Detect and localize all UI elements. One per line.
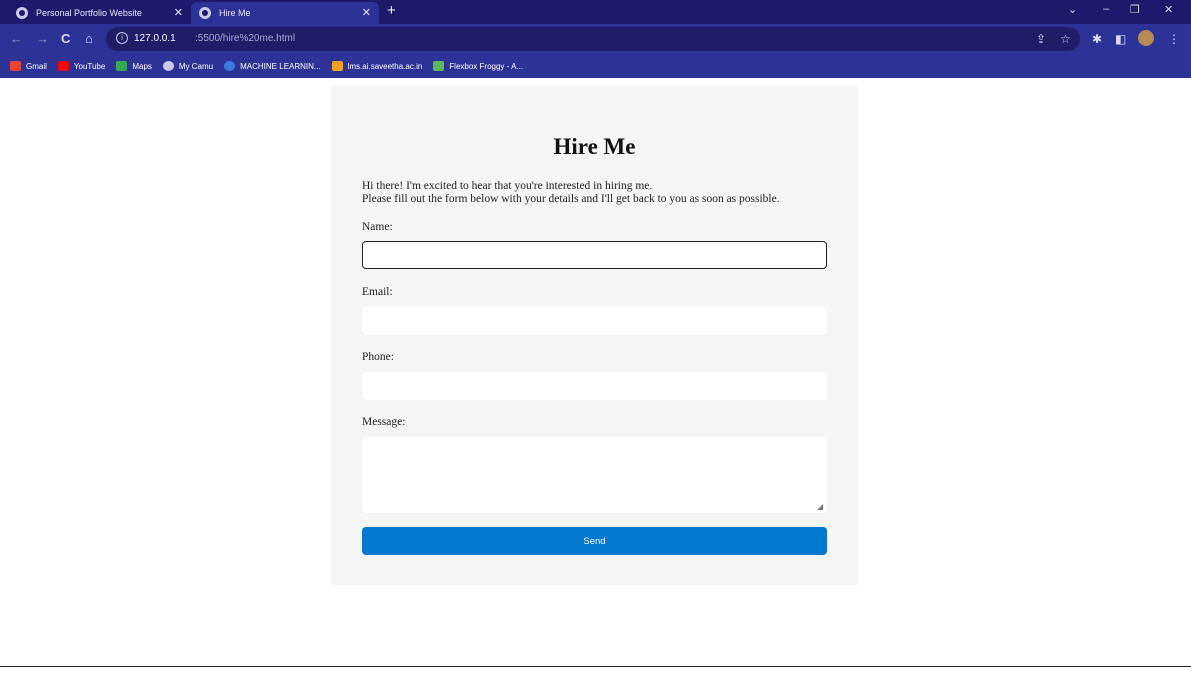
- tab-close-icon[interactable]: ✕: [174, 6, 183, 19]
- bookmark-star-icon[interactable]: ☆: [1060, 32, 1071, 46]
- divider: [0, 666, 1191, 667]
- bookmark-label: Flexbox Froggy - A...: [449, 61, 524, 71]
- tab-search-icon[interactable]: ⌄: [1068, 3, 1077, 16]
- circle-icon: [224, 61, 236, 71]
- message-textarea[interactable]: [362, 437, 827, 513]
- tab-hire-me[interactable]: Hire Me ✕: [191, 2, 379, 24]
- intro-text: Hi there! I'm excited to hear that you'r…: [362, 180, 780, 206]
- bookmarks-bar: Gmail YouTube Maps My Camu MACHINE LEARN…: [0, 54, 1191, 78]
- bookmark-gmail[interactable]: Gmail: [10, 61, 47, 71]
- bookmark-label: Maps: [132, 61, 152, 71]
- lms-icon: [331, 61, 343, 71]
- gmail-icon: [10, 61, 21, 71]
- message-label: Message:: [362, 416, 406, 428]
- resize-grip-icon[interactable]: ◢: [817, 503, 824, 511]
- name-input[interactable]: [362, 241, 827, 269]
- bookmark-label: MACHINE LEARNIN...: [240, 61, 321, 71]
- globe-icon: [16, 7, 28, 19]
- bookmark-label: My Camu: [178, 61, 214, 71]
- tab-title: Hire Me: [219, 8, 251, 18]
- bookmark-machine-learning[interactable]: MACHINE LEARNIN...: [224, 61, 321, 71]
- bookmark-youtube[interactable]: YouTube: [57, 61, 106, 71]
- youtube-icon: [57, 61, 69, 71]
- intro-line-2: Please fill out the form below with your…: [362, 193, 780, 205]
- globe-icon: [199, 7, 211, 19]
- bookmark-lms[interactable]: lms.ai.saveetha.ac.in: [331, 61, 423, 71]
- browser-toolbar: ← → C ⌂ i 127.0.0.1 :5500/hire%20me.html…: [0, 24, 1191, 54]
- reload-icon[interactable]: C: [61, 31, 70, 47]
- url-host: 127.0.0.1: [134, 33, 176, 44]
- address-bar[interactable]: i 127.0.0.1 :5500/hire%20me.html ⇪ ☆: [106, 27, 1080, 51]
- share-icon[interactable]: ⇪: [1036, 32, 1046, 46]
- tab-personal-portfolio[interactable]: Personal Portfolio Website ✕: [8, 2, 191, 24]
- maps-icon: [116, 61, 128, 71]
- window-close-button[interactable]: ✕: [1164, 3, 1173, 16]
- send-button[interactable]: Send: [362, 527, 827, 555]
- bookmark-my-camu[interactable]: My Camu: [162, 61, 214, 71]
- restore-button[interactable]: ❐: [1130, 3, 1140, 16]
- menu-icon[interactable]: ⋮: [1168, 32, 1180, 46]
- phone-label: Phone:: [362, 351, 394, 363]
- bookmark-label: lms.ai.saveetha.ac.in: [347, 61, 423, 71]
- home-icon[interactable]: ⌂: [85, 31, 93, 47]
- bookmark-flexbox-froggy[interactable]: Flexbox Froggy - A...: [433, 61, 523, 71]
- profile-avatar[interactable]: [1138, 30, 1154, 46]
- side-panel-icon[interactable]: ◧: [1115, 32, 1126, 46]
- tab-strip: Personal Portfolio Website ✕ Hire Me ✕ +…: [0, 0, 1191, 24]
- site-info-icon[interactable]: i: [116, 32, 128, 44]
- intro-line-1: Hi there! I'm excited to hear that you'r…: [362, 180, 653, 192]
- back-icon[interactable]: ←: [10, 31, 23, 47]
- bookmark-maps[interactable]: Maps: [116, 61, 152, 71]
- page-title: Hire Me: [553, 134, 636, 159]
- url-path: :5500/hire%20me.html: [195, 33, 296, 44]
- email-input[interactable]: [362, 307, 827, 335]
- globe-icon: [162, 61, 174, 71]
- forward-icon[interactable]: →: [36, 31, 49, 47]
- name-label: Name:: [362, 221, 393, 233]
- minimize-button[interactable]: –: [1103, 3, 1109, 15]
- tab-title: Personal Portfolio Website: [36, 8, 142, 18]
- frog-icon: [433, 61, 445, 71]
- phone-input[interactable]: [362, 372, 827, 400]
- bookmark-label: YouTube: [73, 61, 106, 71]
- new-tab-button[interactable]: +: [387, 2, 396, 20]
- extensions-icon[interactable]: ✱: [1092, 32, 1102, 46]
- tab-close-icon[interactable]: ✕: [362, 6, 371, 19]
- hire-me-card: Hire Me Hi there! I'm excited to hear th…: [331, 85, 858, 585]
- bookmark-label: Gmail: [26, 61, 47, 71]
- email-label: Email:: [362, 286, 393, 298]
